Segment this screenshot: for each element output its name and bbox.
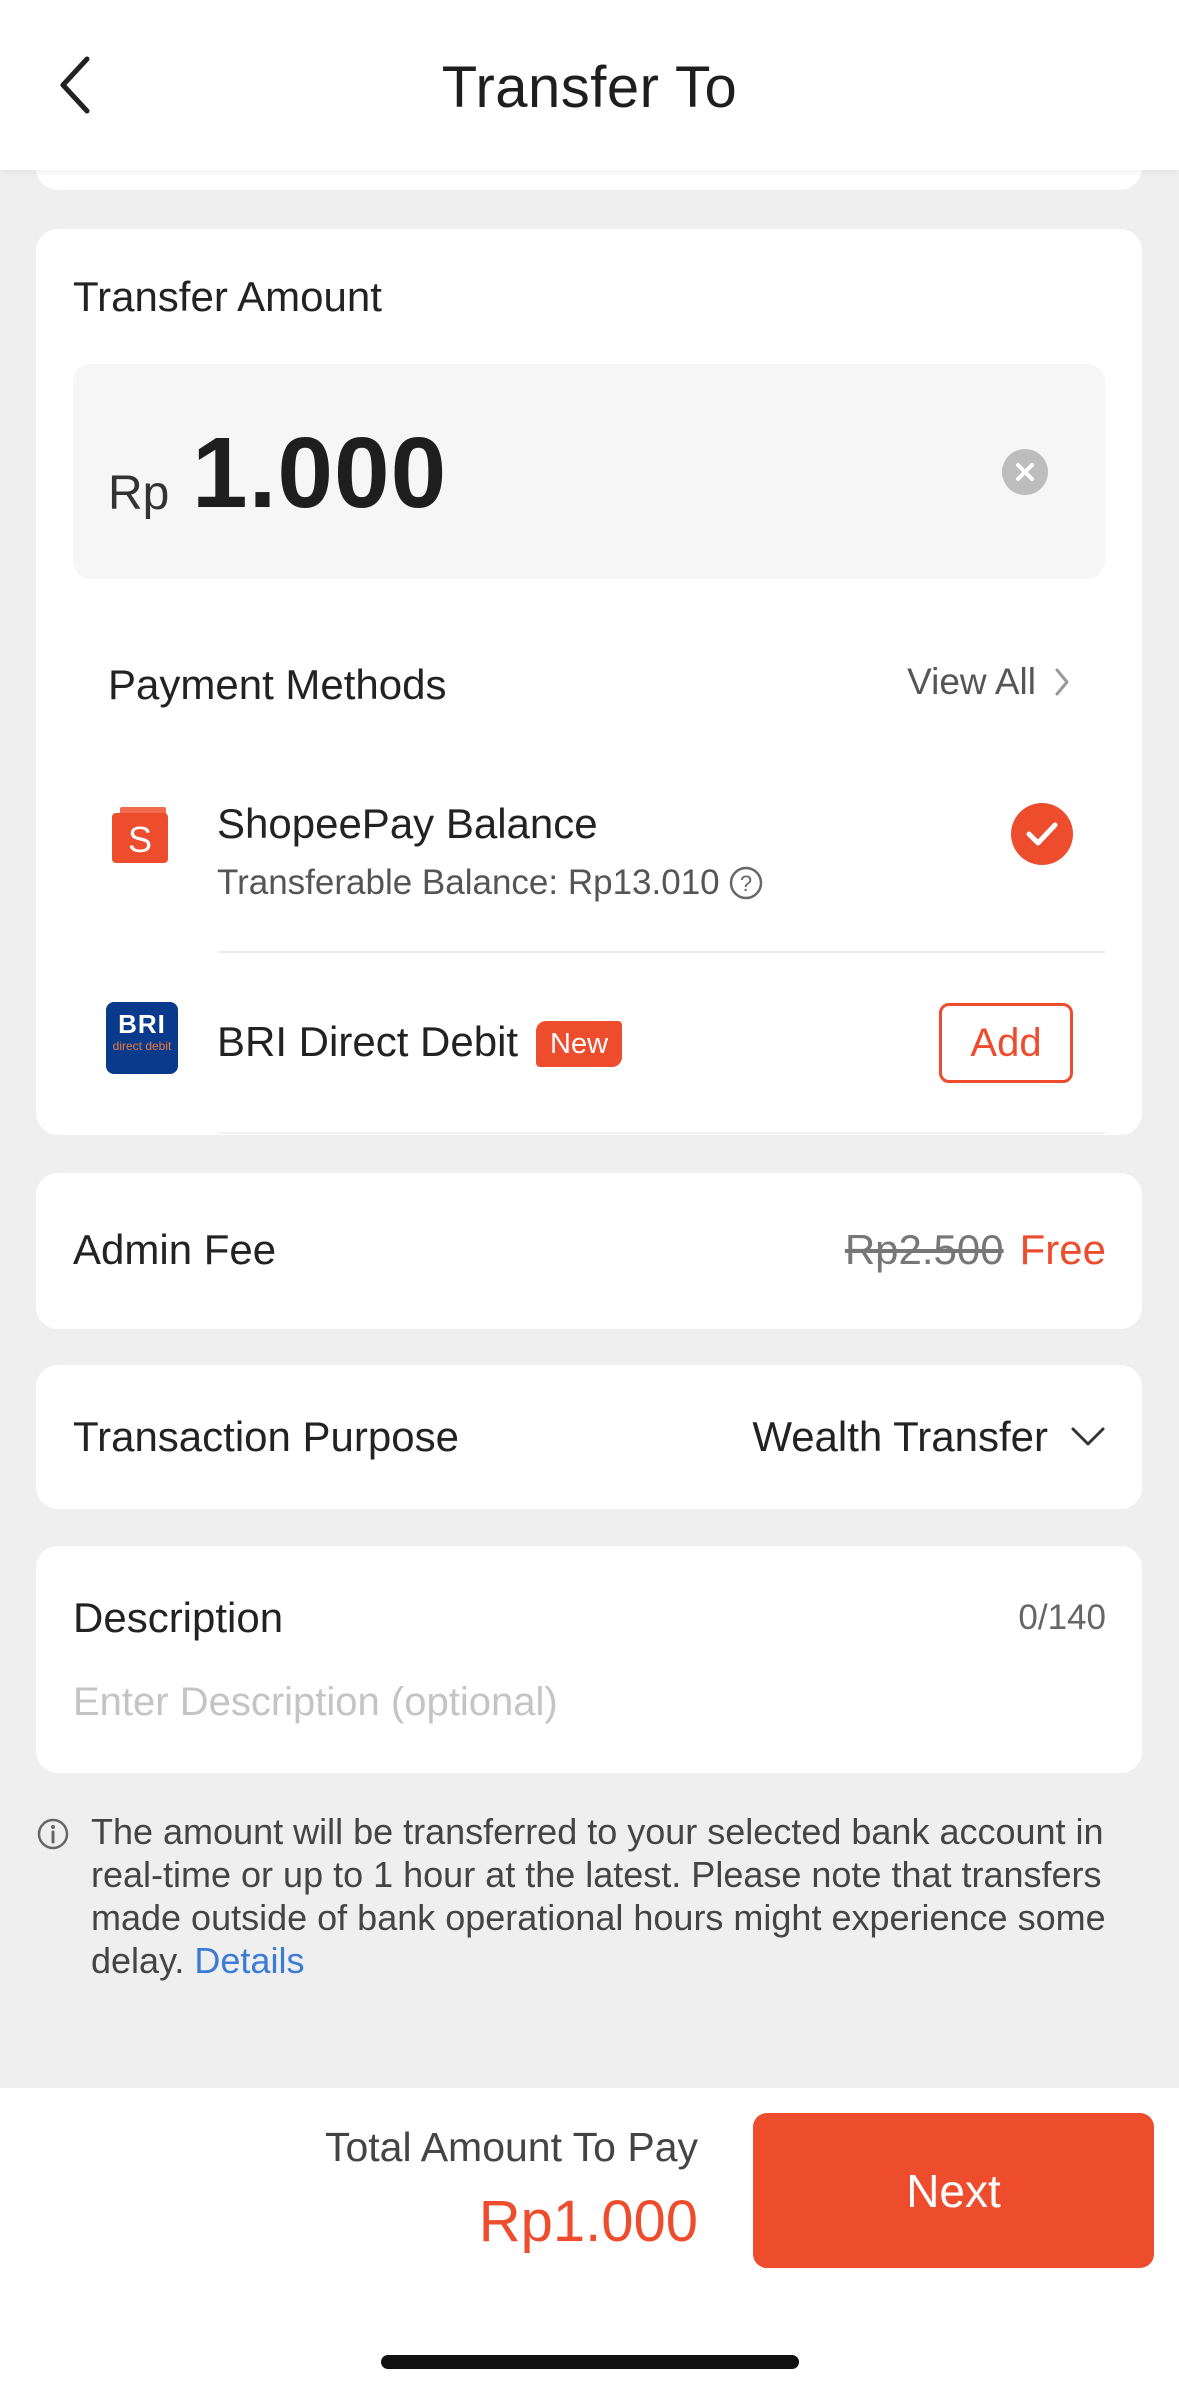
admin-fee-card: Admin Fee Rp2.500 Free	[36, 1173, 1142, 1329]
amount-value[interactable]: 1.000	[192, 416, 447, 531]
divider	[217, 1132, 1105, 1134]
description-input[interactable]	[73, 1672, 1073, 1732]
admin-fee-value: Rp2.500 Free	[845, 1226, 1106, 1274]
payment-method-name[interactable]: ShopeePay Balance	[217, 800, 598, 848]
transfer-amount-title: Transfer Amount	[73, 273, 382, 320]
admin-fee-label: Admin Fee	[73, 1226, 277, 1273]
selected-check-icon[interactable]	[1011, 803, 1073, 865]
next-button[interactable]: Next	[753, 2113, 1154, 2268]
add-payment-method-button[interactable]: Add	[939, 1003, 1073, 1083]
transaction-purpose-select[interactable]: Wealth Transfer	[752, 1413, 1106, 1461]
details-link[interactable]: Details	[194, 1940, 304, 1981]
bri-logo-text: BRI	[118, 1009, 166, 1039]
currency-label: Rp	[108, 467, 170, 520]
total-amount-value: Rp1.000	[478, 2189, 698, 2254]
header: Transfer To	[0, 0, 1179, 170]
transferable-balance: Transferable Balance: Rp13.010 ?	[217, 863, 764, 903]
total-amount-label: Total Amount To Pay	[324, 2124, 698, 2170]
view-all-label: View All	[907, 661, 1036, 702]
description-counter: 0/140	[1018, 1598, 1106, 1637]
page-title: Transfer To	[441, 55, 738, 120]
notice-text: The amount will be transferred to your s…	[91, 1810, 1179, 1982]
transaction-purpose-label: Transaction Purpose	[73, 1413, 459, 1460]
admin-fee-free: Free	[1019, 1226, 1106, 1273]
new-badge: New	[536, 1021, 623, 1067]
description-card: Description 0/140	[36, 1546, 1142, 1773]
help-icon[interactable]: ?	[728, 865, 764, 901]
home-indicator	[381, 2355, 799, 2369]
admin-fee-original: Rp2.500	[844, 1226, 1004, 1273]
chevron-down-icon	[1071, 1427, 1105, 1446]
bri-logo-subtext: direct debit	[112, 1039, 172, 1053]
amount-input[interactable]: Rp 1.000	[73, 364, 1105, 579]
description-label: Description	[73, 1594, 284, 1641]
payment-method-name[interactable]: BRI Direct Debit	[217, 1018, 518, 1066]
transfer-amount-card: Transfer Amount Rp 1.000 Payment Methods…	[36, 229, 1142, 1135]
svg-text:?: ?	[740, 871, 752, 896]
shopeepay-icon: S	[108, 805, 172, 865]
clear-amount-button[interactable]	[1002, 449, 1048, 495]
svg-text:S: S	[128, 819, 152, 860]
transaction-purpose-value: Wealth Transfer	[752, 1413, 1048, 1460]
info-icon	[37, 1818, 69, 1850]
transferable-balance-text: Transferable Balance: Rp13.010	[217, 863, 720, 902]
payment-methods-title: Payment Methods	[108, 661, 447, 708]
divider	[217, 951, 1105, 953]
view-all-link[interactable]: View All	[907, 661, 1070, 703]
chevron-right-icon	[1055, 668, 1069, 696]
close-icon	[1016, 463, 1034, 481]
footer-bar: Total Amount To Pay Rp1.000 Next	[0, 2088, 1179, 2396]
bri-icon: BRI direct debit	[106, 1002, 178, 1074]
transaction-purpose-card[interactable]: Transaction Purpose Wealth Transfer	[36, 1365, 1142, 1509]
